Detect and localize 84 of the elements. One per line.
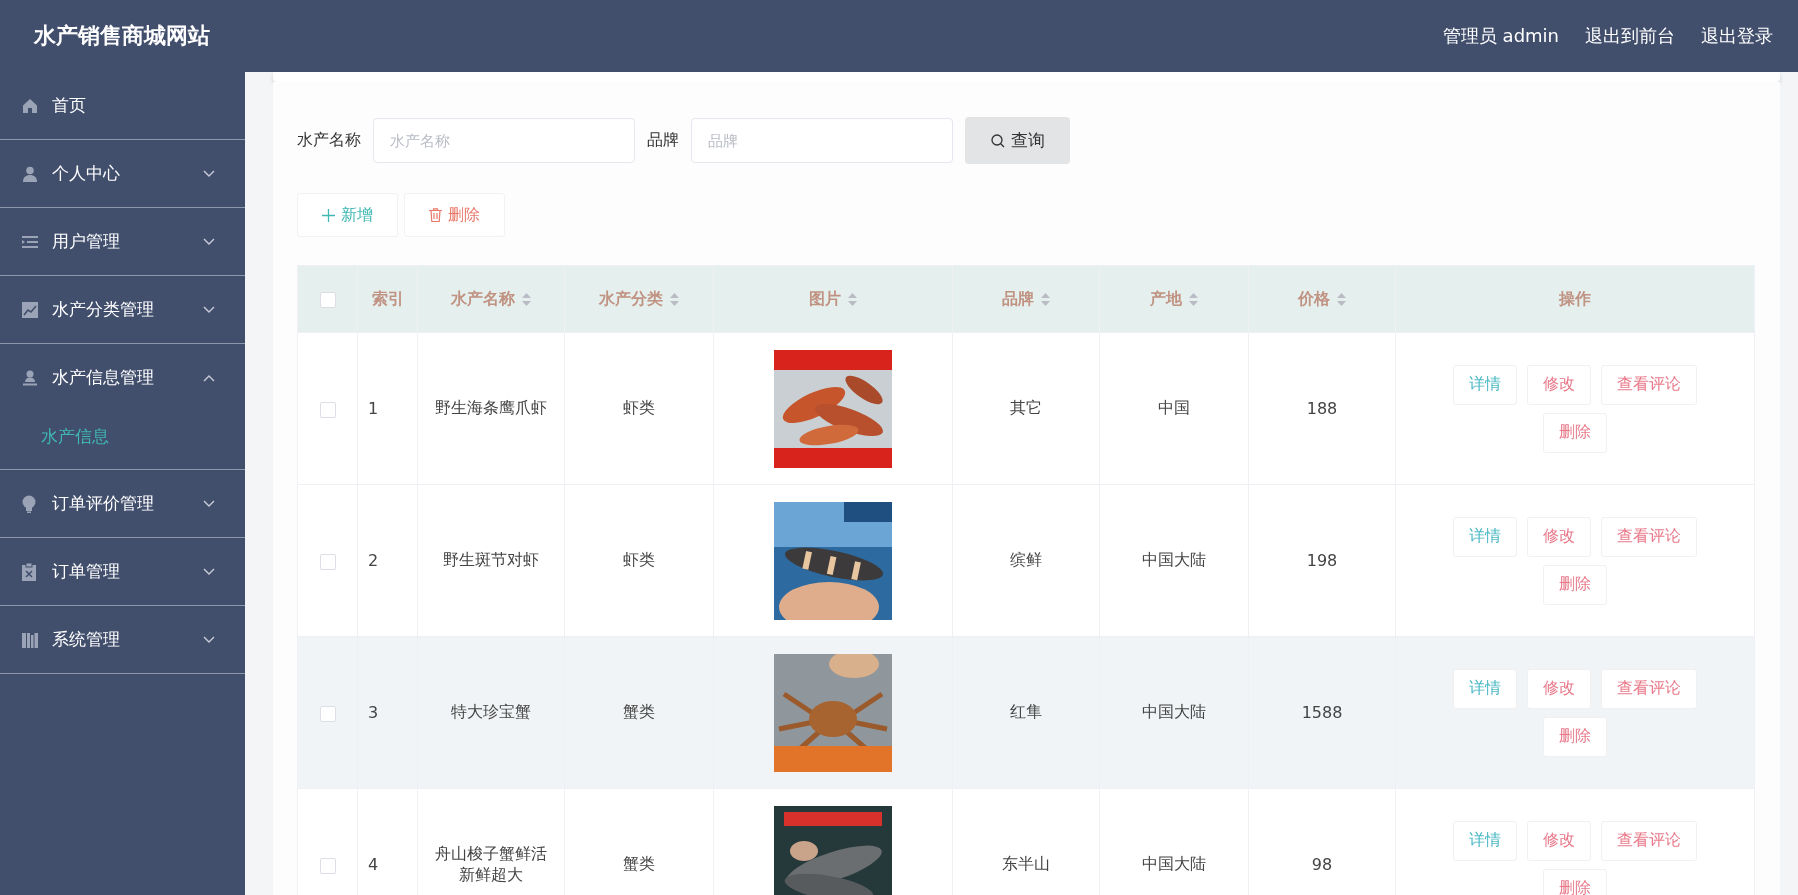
action-button[interactable]: 详情 <box>1453 364 1517 405</box>
search-icon <box>990 133 1005 148</box>
checkbox[interactable] <box>319 705 336 722</box>
search-field[interactable]: 品牌 <box>691 118 953 163</box>
user-label: 管理员 admin <box>1442 24 1559 48</box>
sort-icon <box>1189 292 1198 306</box>
table-cell: 缤鲜 <box>952 484 1100 637</box>
menu-item[interactable]: 用户管理 <box>0 208 245 275</box>
action-button[interactable]: 修改 <box>1527 364 1591 405</box>
clipboard-icon <box>22 562 36 581</box>
bulb-icon <box>22 494 36 513</box>
plus-icon <box>322 208 335 222</box>
action-button[interactable]: 修改 <box>1527 668 1591 709</box>
table-cell: 198 <box>1248 484 1396 637</box>
column-header: 产地 <box>1150 288 1182 310</box>
sort-icon <box>670 292 679 306</box>
table-cell: 虾类 <box>564 484 714 637</box>
checkbox[interactable] <box>319 553 336 570</box>
user-icon <box>22 165 38 182</box>
column-header: 品牌 <box>1002 288 1034 310</box>
action-button[interactable]: 查看评论 <box>1601 820 1697 861</box>
table-cell: 188 <box>1248 332 1396 485</box>
sort-icon <box>1041 292 1050 306</box>
header-link[interactable]: 退出登录 <box>1701 24 1773 48</box>
submenu-item[interactable]: 水产信息 <box>0 411 245 469</box>
table-cell: 中国大陆 <box>1099 636 1249 789</box>
menu-item[interactable]: 个人中心 <box>0 140 245 207</box>
list-icon <box>22 234 38 249</box>
sort-icon <box>848 292 857 306</box>
action-button[interactable]: 删除 <box>1543 564 1607 605</box>
menu-item[interactable]: 首页 <box>0 72 245 139</box>
chart-icon <box>22 301 38 318</box>
table-cell: 2 <box>357 484 418 637</box>
column-header: 索引 <box>371 288 404 310</box>
table-cell: 特大珍宝蟹 <box>417 636 565 789</box>
table-cell: 虾类 <box>564 332 714 485</box>
sort-icon <box>1337 292 1346 306</box>
menu-item[interactable]: 订单评价管理 <box>0 470 245 537</box>
site-title: 水产销售商城网站 <box>34 22 210 50</box>
action-button[interactable]: 查看评论 <box>1601 668 1697 709</box>
sort-icon <box>522 292 531 306</box>
table-cell: 3 <box>357 636 418 789</box>
action-button[interactable]: 详情 <box>1453 820 1517 861</box>
table-cell: 中国 <box>1099 332 1249 485</box>
table-cell: 1 <box>357 332 418 485</box>
action-button[interactable]: 修改 <box>1527 516 1591 557</box>
column-header: 水产分类 <box>599 288 663 310</box>
search-button[interactable]: 查询 <box>965 117 1070 164</box>
menu-item[interactable]: 系统管理 <box>0 606 245 673</box>
book-icon <box>22 631 38 648</box>
field-label: 品牌 <box>647 130 679 151</box>
table-cell: 中国大陆 <box>1099 484 1249 637</box>
delete-button[interactable]: 删除 <box>404 193 505 237</box>
table-cell: 野生斑节对虾 <box>417 484 565 637</box>
table-cell: 蟹类 <box>564 636 714 789</box>
checkbox[interactable] <box>319 857 336 874</box>
checkbox[interactable] <box>319 401 336 418</box>
add-button[interactable]: 新增 <box>297 193 398 237</box>
action-button[interactable]: 删除 <box>1543 716 1607 757</box>
action-button[interactable]: 修改 <box>1527 820 1591 861</box>
home-icon <box>22 97 38 114</box>
table-cell: 野生海条鹰爪虾 <box>417 332 565 485</box>
column-header: 操作 <box>1559 288 1591 310</box>
field-label: 水产名称 <box>297 130 361 151</box>
table-cell: 1588 <box>1248 636 1396 789</box>
header-link[interactable]: 退出到前台 <box>1585 24 1675 48</box>
table-cell: 红隼 <box>952 636 1100 789</box>
search-field[interactable]: 水产名称 <box>373 118 635 163</box>
menu-item[interactable]: 水产分类管理 <box>0 276 245 343</box>
action-button[interactable]: 删除 <box>1543 868 1607 895</box>
menu-item[interactable]: 订单管理 <box>0 538 245 605</box>
column-header: 图片 <box>809 288 841 310</box>
action-button[interactable]: 查看评论 <box>1601 364 1697 405</box>
table-cell: 其它 <box>952 332 1100 485</box>
action-button[interactable]: 删除 <box>1543 412 1607 453</box>
action-button[interactable]: 详情 <box>1453 668 1517 709</box>
checkbox[interactable] <box>319 292 336 308</box>
action-button[interactable]: 查看评论 <box>1601 516 1697 557</box>
menu-item[interactable]: 水产信息管理 <box>0 344 245 411</box>
person-icon <box>22 369 38 386</box>
column-header: 价格 <box>1298 288 1330 310</box>
trash-icon <box>429 208 442 222</box>
action-button[interactable]: 详情 <box>1453 516 1517 557</box>
column-header: 水产名称 <box>451 288 515 310</box>
